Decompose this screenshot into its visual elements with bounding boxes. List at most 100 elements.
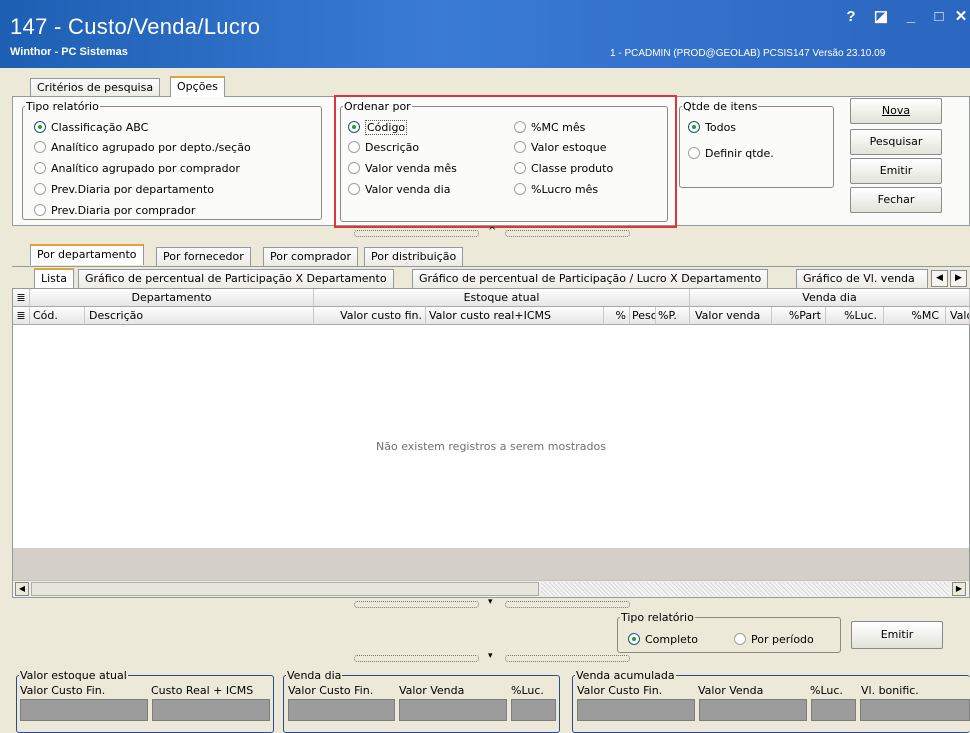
- col-header-valor-venda[interactable]: Valor venda: [690, 307, 772, 325]
- tipo-relatorio2-legend: Tipo relatório: [621, 611, 694, 624]
- col-header-peso[interactable]: Peso: [630, 307, 656, 325]
- radio-unchecked-icon: [34, 204, 46, 216]
- restore-button[interactable]: ◪: [872, 8, 890, 26]
- radio-analitico-depto[interactable]: Analítico agrupado por depto./seção: [34, 141, 251, 155]
- venda-acum-bonific-field: [860, 699, 970, 721]
- venda-acum-label-bonific: Vl. bonific.: [861, 684, 919, 697]
- radio-checked-icon: [628, 633, 640, 645]
- radio-unchecked-icon: [34, 162, 46, 174]
- horizontal-scrollbar[interactable]: ◀ ▶: [13, 580, 969, 597]
- radio-label: Classificação ABC: [51, 121, 149, 134]
- radio-checked-icon: [688, 121, 700, 133]
- tab-lista[interactable]: Lista: [34, 268, 74, 288]
- minimize-button[interactable]: _: [902, 8, 920, 26]
- col-header-valor-custo-fin[interactable]: Valor custo fin.: [314, 307, 426, 325]
- estoque-custo-fin-field: [20, 699, 148, 721]
- col-header-mc[interactable]: %MC: [884, 307, 946, 325]
- chevron-down-icon: ▾: [488, 597, 493, 607]
- group-header-departamento: Departamento: [30, 289, 314, 307]
- radio-analitico-comprador[interactable]: Analítico agrupado por comprador: [34, 162, 240, 176]
- grid-menu-icon[interactable]: ≣: [13, 307, 30, 325]
- radio-checked-icon: [348, 121, 360, 133]
- title-bar: 147 - Custo/Venda/Lucro Winthor - PC Sis…: [0, 0, 970, 68]
- splitter-bottom[interactable]: ▾: [350, 651, 650, 664]
- tab-por-fornecedor[interactable]: Por fornecedor: [156, 247, 251, 266]
- col-header-luc[interactable]: %Luc.: [826, 307, 884, 325]
- tab-scroll-left-icon[interactable]: ◀: [931, 270, 948, 287]
- scroll-left-icon[interactable]: ◀: [15, 582, 29, 596]
- radio-ordenar-venda-dia[interactable]: Valor venda dia: [348, 183, 450, 197]
- radio-unchecked-icon: [514, 121, 526, 133]
- radio-ordenar-descricao[interactable]: Descrição: [348, 141, 419, 155]
- pesquisar-button[interactable]: Pesquisar: [850, 129, 942, 155]
- radio-unchecked-icon: [34, 141, 46, 153]
- radio-prev-departamento[interactable]: Prev.Diaria por departamento: [34, 183, 214, 197]
- tab-grafico-participacao-lucro[interactable]: Gráfico de percentual de Participação / …: [412, 269, 769, 288]
- radio-ordenar-venda-mes[interactable]: Valor venda mês: [348, 162, 457, 176]
- radio-completo[interactable]: Completo: [628, 633, 698, 647]
- tab-grafico-participacao[interactable]: Gráfico de percentual de Participação X …: [78, 269, 394, 288]
- radio-label: Todos: [705, 121, 737, 134]
- splitter-grip: [354, 230, 479, 237]
- col-header-valor-custo-real[interactable]: Valor custo real+ICMS: [426, 307, 604, 325]
- qtde-itens-legend: Qtde de itens: [683, 100, 758, 113]
- radio-ordenar-lucro-mes[interactable]: %Lucro mês: [514, 183, 598, 197]
- col-header-perc-p[interactable]: %P.: [656, 307, 690, 325]
- radio-qtde-definir[interactable]: Definir qtde.: [688, 147, 774, 161]
- tipo-relatorio-group: Tipo relatório: [22, 100, 322, 220]
- ordenar-por-group: Ordenar por: [340, 100, 668, 222]
- tab-opcoes[interactable]: Opções: [170, 76, 225, 97]
- radio-label: Código: [365, 120, 408, 135]
- help-button[interactable]: ?: [842, 8, 860, 26]
- grid-menu-icon[interactable]: ≣: [13, 289, 30, 307]
- maximize-button[interactable]: □: [930, 8, 948, 26]
- scrollbar-thumb[interactable]: [31, 582, 539, 596]
- fechar-button[interactable]: Fechar: [850, 187, 942, 213]
- nova-label: Nova: [881, 104, 911, 117]
- venda-dia-label-valor-venda: Valor Venda: [399, 684, 465, 697]
- radio-ordenar-mc-mes[interactable]: %MC mês: [514, 121, 585, 135]
- radio-ordenar-classe-produto[interactable]: Classe produto: [514, 162, 613, 176]
- radio-label: Descrição: [365, 141, 420, 154]
- venda-dia-luc-field: [511, 699, 556, 721]
- col-header-descricao[interactable]: Descrição: [85, 307, 314, 325]
- radio-label: %MC mês: [531, 121, 586, 134]
- scroll-right-icon[interactable]: ▶: [952, 582, 966, 596]
- tab-por-departamento[interactable]: Por departamento: [30, 244, 144, 265]
- col-header-valor[interactable]: Valor: [946, 307, 970, 325]
- grid-footer-band: [13, 548, 969, 580]
- radio-classificacao-abc[interactable]: Classificação ABC: [34, 121, 148, 135]
- radio-unchecked-icon: [514, 162, 526, 174]
- emitir-button[interactable]: Emitir: [850, 158, 942, 184]
- emitir-label: Emitir: [879, 164, 913, 177]
- splitter-top[interactable]: ^: [350, 226, 650, 239]
- estoque-custo-real-field: [152, 699, 270, 721]
- scrollbar-track[interactable]: [541, 582, 949, 596]
- nova-button[interactable]: Nova: [850, 98, 942, 124]
- col-header-part[interactable]: %Part: [772, 307, 826, 325]
- radio-por-periodo[interactable]: Por período: [734, 633, 814, 647]
- radio-ordenar-codigo[interactable]: Código: [348, 120, 408, 135]
- radio-unchecked-icon: [348, 183, 360, 195]
- radio-qtde-todos[interactable]: Todos: [688, 121, 736, 135]
- col-header-cod[interactable]: Cód.: [30, 307, 85, 325]
- radio-prev-comprador[interactable]: Prev.Diaria por comprador: [34, 204, 195, 218]
- emitir2-button[interactable]: Emitir: [851, 621, 943, 649]
- col-header-perc[interactable]: %: [604, 307, 630, 325]
- group-header-estoque: Estoque atual: [314, 289, 690, 307]
- radio-unchecked-icon: [34, 183, 46, 195]
- tab-grafico-vl-venda[interactable]: Gráfico de Vl. venda: [796, 269, 928, 288]
- radio-label: Analítico agrupado por depto./seção: [51, 141, 251, 154]
- radio-label: Valor venda dia: [365, 183, 451, 196]
- chevron-up-icon: ^: [488, 226, 497, 237]
- radio-checked-icon: [34, 121, 46, 133]
- venda-dia-legend: Venda dia: [287, 669, 342, 682]
- tab-scroll-right-icon[interactable]: ▶: [950, 270, 967, 287]
- tab-criterios[interactable]: Critérios de pesquisa: [30, 78, 161, 97]
- venda-acum-luc-field: [811, 699, 856, 721]
- tab-por-comprador[interactable]: Por comprador: [263, 247, 358, 266]
- close-button[interactable]: ✕: [952, 8, 970, 26]
- tab-por-distribuicao[interactable]: Por distribuição: [364, 247, 464, 266]
- radio-ordenar-valor-estoque[interactable]: Valor estoque: [514, 141, 606, 155]
- splitter-middle[interactable]: ▾: [350, 597, 650, 610]
